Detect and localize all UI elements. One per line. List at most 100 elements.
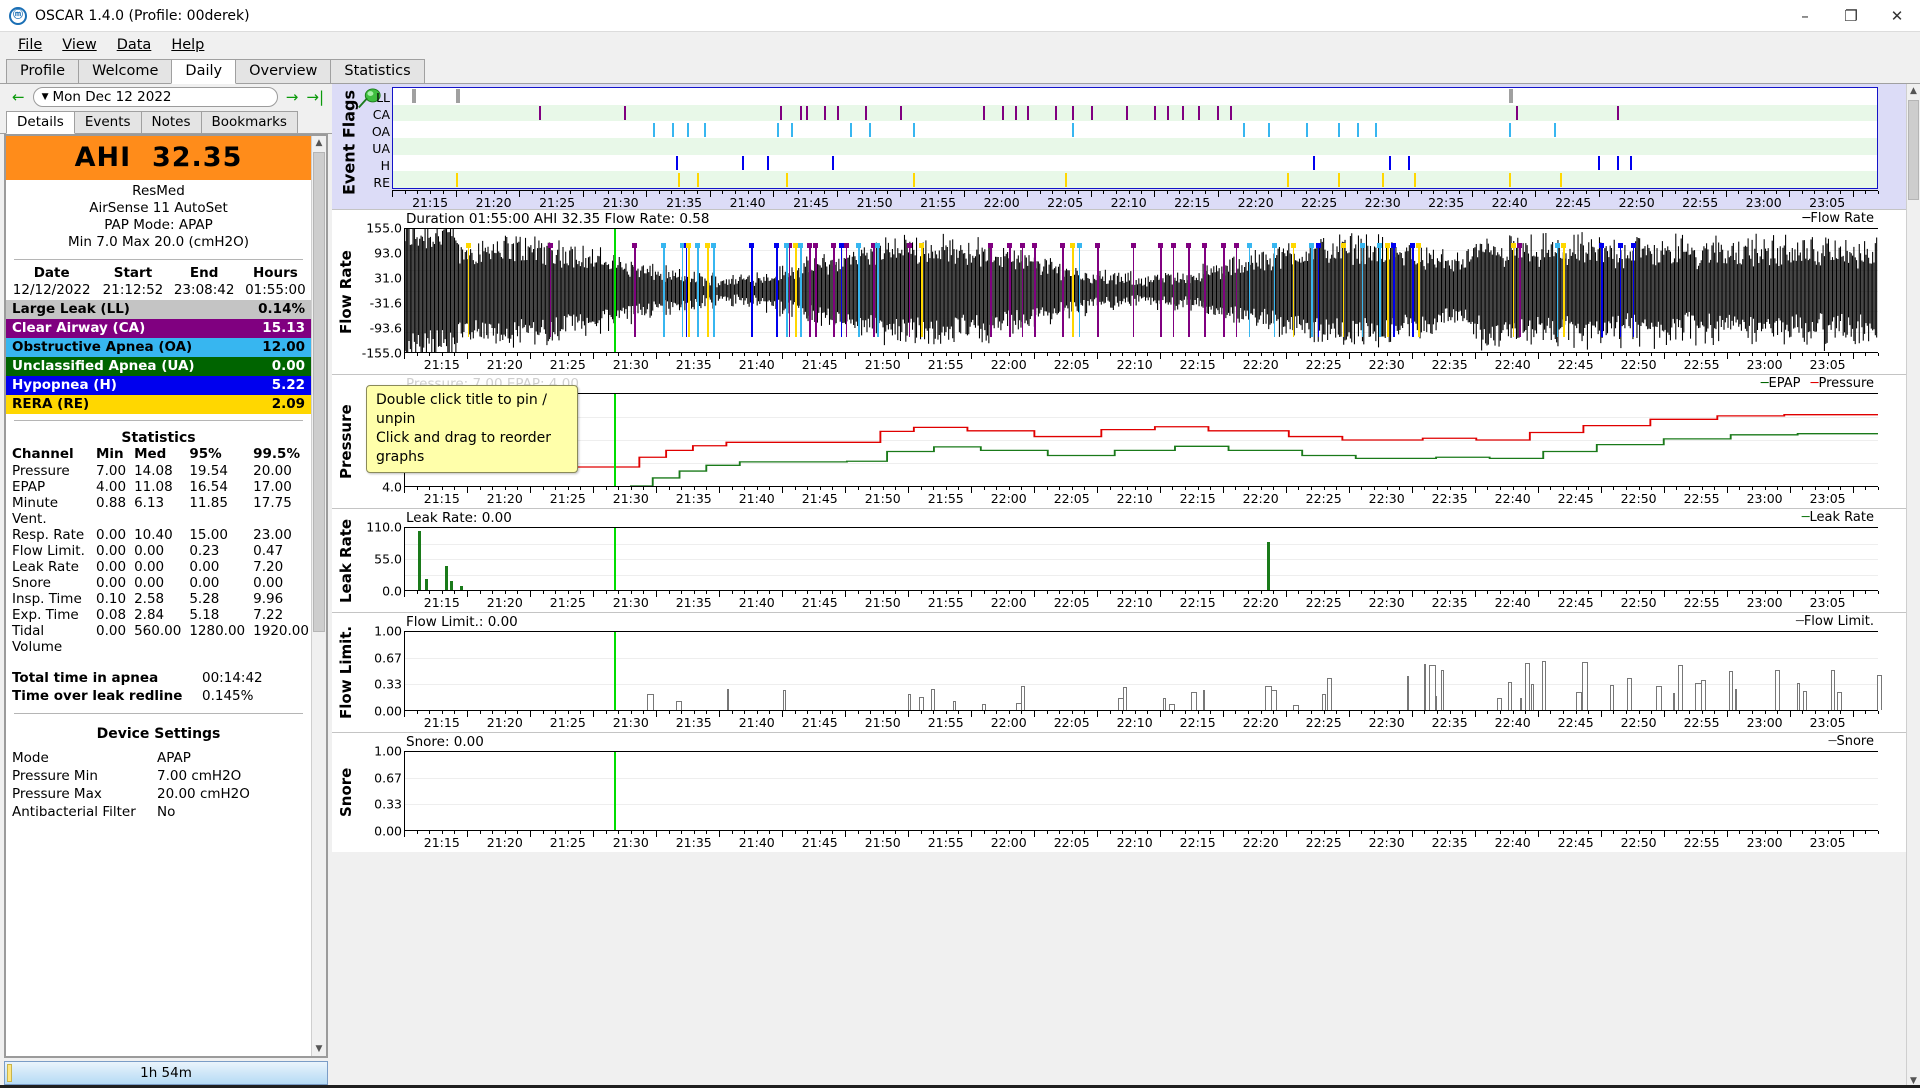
event-marker[interactable]: [1356, 122, 1359, 137]
event-marker[interactable]: [412, 89, 417, 104]
event-marker[interactable]: [1629, 155, 1632, 171]
menu-data[interactable]: Data: [107, 35, 162, 55]
event-marker[interactable]: [982, 105, 985, 121]
event-marker[interactable]: [623, 105, 626, 121]
tab-daily[interactable]: Daily: [171, 59, 237, 84]
event-marker[interactable]: [703, 122, 706, 137]
time-cursor[interactable]: [613, 752, 616, 830]
menu-help[interactable]: Help: [161, 35, 214, 55]
event-marker[interactable]: [1337, 122, 1340, 137]
event-marker[interactable]: [791, 122, 794, 137]
menu-view[interactable]: View: [52, 35, 106, 55]
flow-limit-ylabel[interactable]: Flow Limit.: [332, 613, 360, 732]
event-marker[interactable]: [806, 105, 809, 121]
event-flags-plot-area[interactable]: 21:15 21:20 21:25 21:30 21:35 21:40 21:45 21:50…: [392, 84, 1906, 210]
flow-rate-plot-area[interactable]: Duration 01:55:00 AHI 32.35 Flow Rate: 0…: [404, 210, 1906, 374]
pressure-canvas[interactable]: [404, 393, 1878, 486]
next-day-button[interactable]: →: [282, 89, 303, 105]
event-marker[interactable]: [864, 105, 867, 121]
tab-statistics[interactable]: Statistics: [330, 59, 425, 83]
time-cursor[interactable]: [613, 528, 616, 590]
event-marker[interactable]: [900, 105, 903, 121]
leak-rate-legend[interactable]: ─Leak Rate: [1802, 510, 1874, 525]
event-marker[interactable]: [1071, 105, 1074, 121]
event-marker[interactable]: [800, 105, 803, 121]
event-marker[interactable]: [1268, 122, 1271, 137]
event-marker[interactable]: [697, 172, 700, 187]
event-marker[interactable]: [675, 155, 678, 171]
graph-flow-limit[interactable]: Flow Limit. 1.00 0.67 0.33 0.00 Flow Limit.…: [332, 612, 1906, 732]
event-marker[interactable]: [456, 89, 461, 104]
event-marker[interactable]: [913, 122, 916, 137]
tab-welcome[interactable]: Welcome: [78, 59, 173, 83]
leak-rate-title[interactable]: Leak Rate: 0.00: [406, 510, 512, 526]
scroll-up-icon[interactable]: ▲: [1907, 84, 1920, 98]
subtab-details[interactable]: Details: [6, 111, 75, 134]
flow-limit-legend[interactable]: ─Flow Limit.: [1796, 614, 1874, 629]
event-marker[interactable]: [1154, 105, 1157, 121]
graphs-scrollbar[interactable]: ▲ ▼: [1906, 84, 1920, 1088]
scrollbar-thumb[interactable]: [313, 152, 325, 632]
maximize-button[interactable]: ❐: [1828, 0, 1874, 31]
event-marker[interactable]: [1515, 105, 1518, 121]
time-cursor[interactable]: [613, 229, 616, 352]
event-marker[interactable]: [849, 122, 852, 137]
event-marker[interactable]: [824, 105, 827, 121]
event-row-hypopnea[interactable]: Hypopnea (H) 5.22: [6, 376, 311, 395]
event-marker[interactable]: [913, 172, 916, 187]
pressure-ylabel[interactable]: Pressure: [332, 375, 360, 508]
flow-limit-title[interactable]: Flow Limit.: 0.00: [406, 614, 518, 630]
event-marker[interactable]: [1616, 105, 1619, 121]
subtab-bookmarks[interactable]: Bookmarks: [200, 111, 298, 133]
event-marker[interactable]: [1509, 122, 1512, 137]
event-row-large-leak[interactable]: Large Leak (LL) 0.14%: [6, 300, 311, 319]
event-row-unclassified-apnea[interactable]: Unclassified Apnea (UA) 0.00: [6, 357, 311, 376]
event-marker[interactable]: [1559, 172, 1562, 187]
event-marker[interactable]: [538, 105, 541, 121]
snore-ylabel[interactable]: Snore: [332, 733, 360, 852]
snore-legend[interactable]: ─Snore: [1829, 734, 1874, 749]
event-marker[interactable]: [687, 122, 690, 137]
event-marker[interactable]: [767, 155, 770, 171]
event-marker[interactable]: [1407, 155, 1410, 171]
event-marker[interactable]: [1312, 155, 1315, 171]
event-row-obstructive-apnea[interactable]: Obstructive Apnea (OA) 12.00: [6, 338, 311, 357]
scroll-down-icon[interactable]: ▼: [312, 1042, 326, 1056]
minimize-button[interactable]: –: [1782, 0, 1828, 31]
event-marker[interactable]: [1509, 172, 1512, 187]
event-marker[interactable]: [1126, 105, 1129, 121]
event-marker[interactable]: [678, 172, 681, 187]
flow-rate-canvas[interactable]: [404, 228, 1878, 352]
event-marker[interactable]: [786, 172, 789, 187]
event-marker[interactable]: [1337, 172, 1340, 187]
event-row-clear-airway[interactable]: Clear Airway (CA) 15.13: [6, 319, 311, 338]
event-marker[interactable]: [1509, 89, 1514, 104]
event-marker[interactable]: [1217, 105, 1220, 121]
menu-file[interactable]: File: [8, 35, 52, 55]
event-marker[interactable]: [1198, 105, 1201, 121]
event-marker[interactable]: [1287, 172, 1290, 187]
event-marker[interactable]: [1090, 105, 1093, 121]
date-selector[interactable]: ▼ Mon Dec 12 2022: [32, 87, 278, 107]
event-flags-track[interactable]: [392, 87, 1878, 189]
event-marker[interactable]: [868, 122, 871, 137]
graph-leak-rate[interactable]: Leak Rate 110.0 55.0 0.0 Leak Rate: 0.00 ─…: [332, 508, 1906, 612]
event-marker[interactable]: [1071, 122, 1074, 137]
event-marker[interactable]: [1306, 122, 1309, 137]
event-marker[interactable]: [1382, 172, 1385, 187]
time-cursor[interactable]: [613, 632, 616, 710]
pressure-legend[interactable]: ─EPAP ─Pressure: [1761, 376, 1874, 391]
details-scrollbar[interactable]: ▲ ▼: [311, 136, 326, 1056]
event-marker[interactable]: [1166, 105, 1169, 121]
event-marker[interactable]: [1230, 105, 1233, 121]
subtab-events[interactable]: Events: [73, 111, 142, 133]
event-marker[interactable]: [1055, 105, 1058, 121]
event-marker[interactable]: [741, 155, 744, 171]
event-marker[interactable]: [1553, 122, 1556, 137]
tab-overview[interactable]: Overview: [235, 59, 332, 83]
snore-canvas[interactable]: [404, 751, 1878, 830]
snore-title[interactable]: Snore: 0.00: [406, 734, 484, 750]
graph-event-flags[interactable]: Event Flags LL CA OA UA H RE 21:15 21:20…: [332, 84, 1906, 210]
event-marker[interactable]: [1414, 172, 1417, 187]
time-cursor[interactable]: [613, 394, 616, 486]
